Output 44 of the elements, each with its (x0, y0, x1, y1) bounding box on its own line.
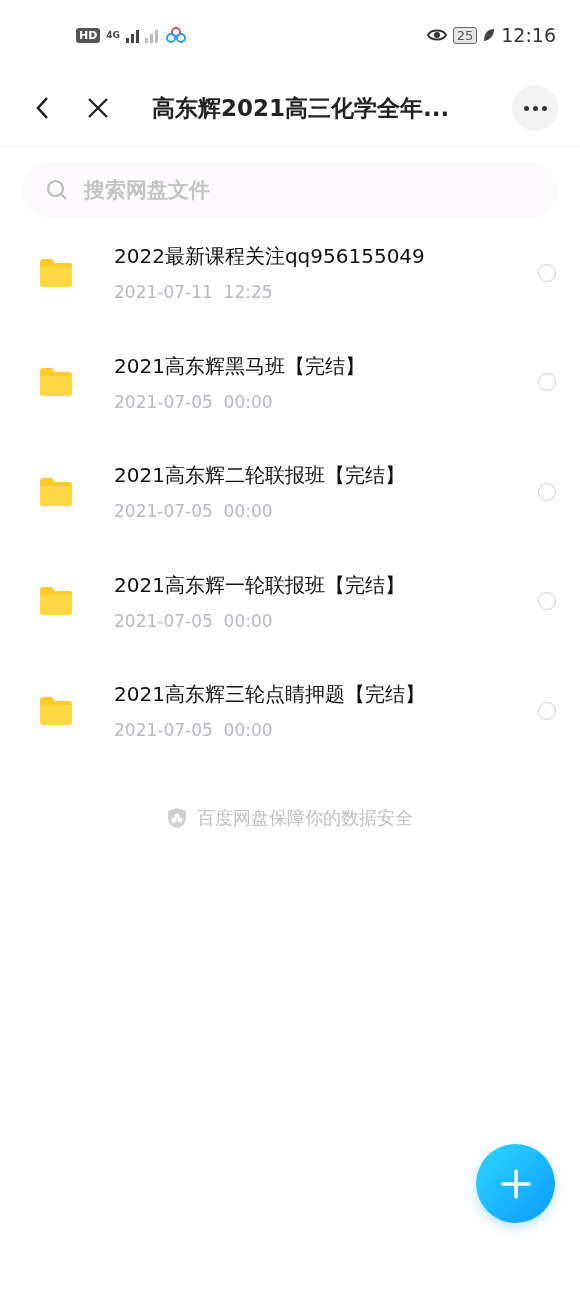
clock-time: 12:16 (501, 24, 556, 46)
file-row[interactable]: 2021高东辉黑马班【完结】 2021-07-05 00:00 (0, 335, 580, 445)
folder-icon (38, 476, 74, 507)
folder-date: 2021-07-05 00:00 (114, 501, 274, 522)
select-radio[interactable] (538, 482, 556, 501)
leaf-icon (483, 28, 496, 42)
folder-icon (38, 586, 74, 617)
network-type: 4G (106, 30, 120, 40)
folder-date: 2021-07-11 12:25 (114, 282, 274, 303)
folder-name: 2021高东辉一轮联报班【完结】 (114, 571, 406, 599)
folder-icon (38, 257, 74, 288)
cloud-app-icon (166, 27, 186, 43)
folder-icon (38, 695, 74, 726)
battery-level: 25 (452, 26, 478, 44)
file-row[interactable]: 2022最新课程关注qq956155049 2021-07-11 12:25 (0, 226, 580, 336)
search-bar[interactable]: 搜索网盘文件 (22, 162, 558, 218)
file-row[interactable]: 2021高东辉一轮联报班【完结】 2021-07-05 00:00 (0, 554, 580, 664)
security-note: 百度网盘保障你的数据安全 (197, 805, 413, 830)
eye-icon (426, 28, 447, 42)
shield-icon (167, 806, 187, 829)
add-button[interactable] (476, 1144, 555, 1223)
hd-badge: HD (76, 27, 101, 43)
folder-icon (38, 367, 74, 398)
select-radio[interactable] (538, 592, 556, 611)
more-button[interactable] (512, 85, 558, 131)
select-radio[interactable] (538, 263, 556, 282)
folder-date: 2021-07-05 00:00 (114, 720, 274, 741)
select-radio[interactable] (538, 373, 556, 392)
select-radio[interactable] (538, 701, 556, 720)
folder-name: 2021高东辉三轮点睛押题【完结】 (114, 681, 426, 709)
folder-name: 2021高东辉黑马班【完结】 (114, 352, 366, 380)
file-row[interactable]: 2021高东辉二轮联报班【完结】 2021-07-05 00:00 (0, 445, 580, 555)
signal-icon (126, 27, 160, 43)
search-icon (46, 179, 68, 201)
file-row[interactable]: 2021高东辉三轮点睛押题【完结】 2021-07-05 00:00 (0, 664, 580, 774)
folder-name: 2022最新课程关注qq956155049 (114, 243, 426, 271)
search-field[interactable]: 搜索网盘文件 (82, 177, 534, 203)
page-title: 高东辉2021高三化学全年... (152, 93, 451, 123)
close-icon (87, 97, 109, 119)
plus-icon (499, 1167, 532, 1200)
folder-date: 2021-07-05 00:00 (114, 391, 274, 412)
back-icon (35, 96, 49, 120)
folder-date: 2021-07-05 00:00 (114, 610, 274, 631)
folder-name: 2021高东辉二轮联报班【完结】 (114, 462, 406, 490)
